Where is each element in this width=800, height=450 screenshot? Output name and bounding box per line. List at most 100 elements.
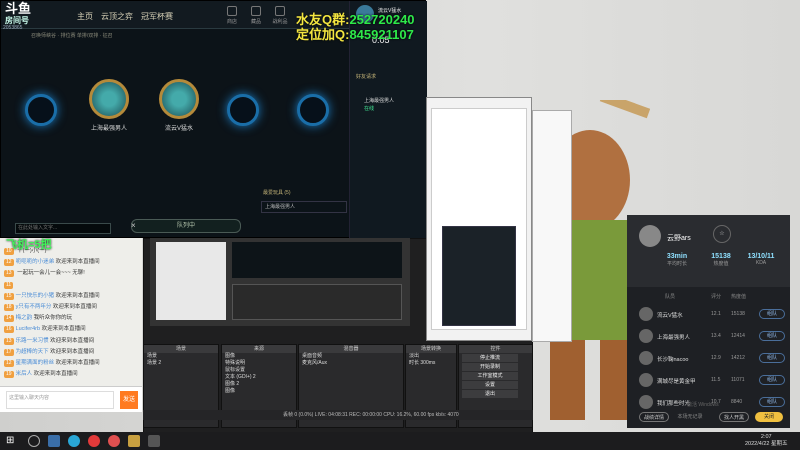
lobby-member: 上海最强男人 (261, 201, 347, 213)
member-heat: 12414 (731, 333, 745, 339)
loot-icon[interactable]: 战利品 (271, 6, 289, 25)
user-level-badge: 18 (4, 303, 14, 311)
dock-title: 来源 (222, 345, 296, 353)
team-up-button[interactable]: 组队 (759, 309, 785, 319)
no-record-label: 本场无记录 (677, 414, 703, 420)
dock-title: 控件 (459, 345, 532, 353)
member-heat: 15138 (731, 311, 745, 317)
close-icon[interactable]: × (131, 221, 136, 230)
nav-champion-cup[interactable]: 冠军杯赛 (141, 11, 173, 22)
chat-username[interactable]: 梅之韵 (16, 315, 33, 321)
dock-row[interactable]: 图像 (222, 353, 296, 360)
chat-text: 一起玩一会儿一会~~~ 无聊! (17, 270, 85, 277)
control-button[interactable]: 工作室模式 (462, 372, 518, 380)
send-button[interactable]: 发送 (120, 391, 138, 409)
avatar (639, 351, 653, 365)
app-icon[interactable] (108, 435, 120, 447)
team-up-button[interactable]: 组队 (759, 353, 785, 363)
chat-username[interactable]: 为超棒的天下 (16, 349, 49, 355)
collection-icon[interactable]: 藏品 (247, 6, 265, 25)
member-name: 长沙鞠nacoo (657, 357, 689, 363)
edge-icon[interactable] (68, 435, 80, 447)
dock-row[interactable]: 麦克风/Aux (299, 360, 403, 367)
overlay-banner: 飞机=5把 (6, 239, 52, 251)
chat-username[interactable]: 乐路一米习惯 (16, 338, 49, 344)
windows-start-icon[interactable]: ⊞ (6, 435, 18, 447)
dock-row[interactable]: 时长 300ms (406, 360, 456, 367)
close-button[interactable]: 关闭 (755, 412, 783, 422)
windows-activation-watermark: 激活 Windows (687, 402, 719, 408)
chat-input[interactable]: 在此处输入文字... (15, 223, 111, 234)
dock-row[interactable]: 鼠标设置 (222, 367, 296, 374)
nav-home[interactable]: 主页 (77, 11, 93, 22)
champion-portrait (159, 79, 199, 119)
nav-tft[interactable]: 云顶之弈 (101, 11, 133, 22)
chat-message: 14 梅之韵 我听众你你的玩 (0, 313, 142, 324)
team-member-row: 长沙鞠nacoo 12.9 14212 组队 (635, 349, 785, 371)
chat-message: 11 (0, 280, 142, 291)
team-name: 云野ars (667, 235, 691, 242)
store-icon[interactable]: 商店 (223, 6, 241, 25)
empty-slot-2 (213, 59, 273, 189)
taskview-icon[interactable] (48, 435, 60, 447)
user-level-badge: 14 (4, 315, 14, 323)
dock-row[interactable]: 特殊说明 (222, 360, 296, 367)
chat-text: 欢迎来到本直播间 (52, 303, 97, 310)
member-heat: 11071 (731, 377, 745, 383)
team-up-button[interactable]: 组队 (759, 331, 785, 341)
dock-row[interactable]: 图像 2 (222, 381, 296, 388)
chat-username[interactable]: 米后人 (16, 371, 33, 377)
member-name: 满城尽是黄金甲 (657, 379, 696, 385)
member-score: 12.1 (711, 311, 721, 317)
friend-group: 好友请求 (356, 74, 377, 80)
find-teammate-button[interactable]: 找人开黑 (719, 412, 749, 422)
avatar (639, 329, 653, 343)
dock-row[interactable]: 场景 2 (144, 360, 218, 367)
dock-row[interactable]: 淡出 (406, 353, 456, 360)
stat-duration: 33min 平均时长 (666, 253, 688, 267)
friend-name[interactable]: 上海最强男人 (364, 97, 394, 104)
dock-row[interactable]: 图像 (222, 388, 296, 395)
chat-input[interactable]: 这里输入聊天内容 (6, 391, 114, 409)
dock-row[interactable]: 文本 (GDI+) 2 (222, 374, 296, 381)
chat-message: 19 米后人 欢迎来到本直播间 (0, 369, 142, 380)
badge-icon: ☆ (713, 225, 731, 243)
search-icon[interactable] (28, 435, 40, 447)
clock-date: 2022/4/22 星期五 (745, 441, 788, 447)
control-button[interactable]: 设置 (462, 381, 518, 389)
position-select[interactable]: 最爱玩具 (5) (263, 189, 291, 196)
team-member-row: 流云V猛水 12.1 15138 组队 (635, 305, 785, 327)
app-icon[interactable] (88, 435, 100, 447)
control-button[interactable]: 停止推流 (462, 354, 518, 362)
chat-message: 18 y只有不两年分 欢迎来到本直播间 (0, 302, 142, 313)
avatar (639, 307, 653, 321)
qq-group-overlay: 水友Q群:252720240 定位加Q:845921107 (296, 12, 415, 42)
overlay-label: 定位加Q: (296, 27, 350, 42)
avatar (639, 395, 653, 409)
dock-row[interactable]: 场景 (144, 353, 218, 360)
team-up-button[interactable]: 组队 (759, 397, 785, 407)
chat-username[interactable]: 一只快乐的小猪 (16, 293, 55, 299)
chat-message: 12 星期满面的粉丝 欢迎来到本直播间 (0, 358, 142, 369)
avatar (639, 373, 653, 387)
taskbar-clock: 2:07 2022/4/22 星期五 (745, 434, 788, 448)
obs-icon[interactable] (148, 435, 160, 447)
empty-slot-3 (283, 59, 343, 189)
chat-username[interactable]: 星期满面的粉丝 (16, 360, 55, 366)
record-detail-button[interactable]: 战绩详情 (639, 412, 669, 422)
dock-row[interactable]: 桌面音频 (299, 353, 403, 360)
col-score: 评分 (711, 294, 722, 300)
control-button[interactable]: 开始录制 (462, 363, 518, 371)
chat-username[interactable]: 呃呃呃的小迷弟 (16, 259, 55, 265)
champion-portrait (89, 79, 129, 119)
team-up-button[interactable]: 组队 (759, 375, 785, 385)
chat-username[interactable]: y只有不两年分 (16, 304, 52, 310)
member-score: 12.9 (711, 355, 721, 361)
team-header: 云野ars ☆ 33min 平均时长 15138 热度值 13/10/11 KDA (627, 215, 790, 287)
queue-button[interactable]: 队列中 (131, 219, 241, 233)
lol-icon[interactable] (128, 435, 140, 447)
chat-text: 欢迎来到本直播间 (41, 326, 86, 333)
obs-status-bar: 丢帧 0 (0.0%) LIVE: 04:08:31 REC: 00:00:00… (143, 410, 533, 420)
control-button[interactable]: 退出 (462, 390, 518, 398)
chat-username[interactable]: Lucifer4rb (16, 326, 40, 332)
